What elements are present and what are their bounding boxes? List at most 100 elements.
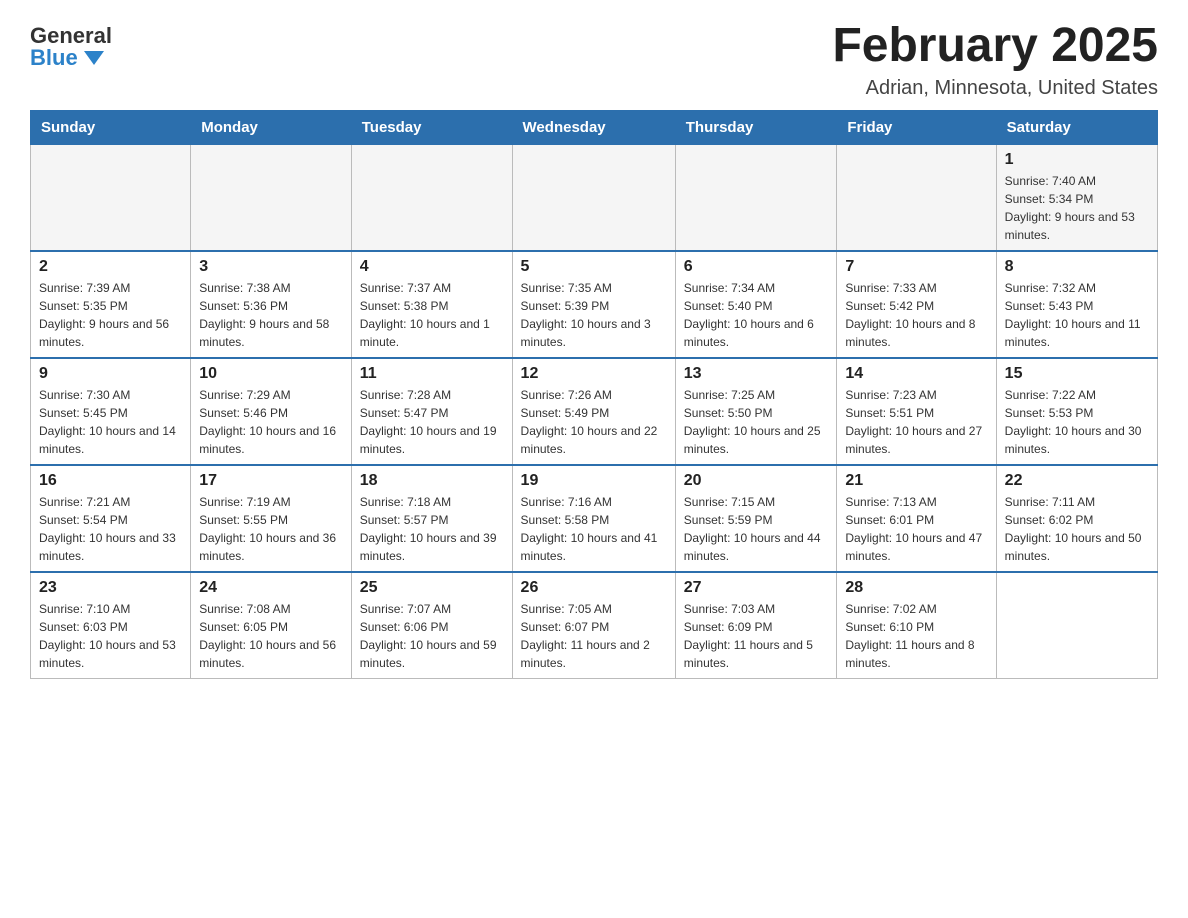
weekday-header-row: Sunday Monday Tuesday Wednesday Thursday… — [31, 110, 1158, 144]
day-number: 3 — [199, 258, 343, 276]
day-number: 24 — [199, 579, 343, 597]
day-number: 28 — [845, 579, 987, 597]
day-info: Sunrise: 7:35 AMSunset: 5:39 PMDaylight:… — [521, 279, 667, 351]
calendar-cell: 19 Sunrise: 7:16 AMSunset: 5:58 PMDayligh… — [512, 465, 675, 572]
calendar-cell: 24 Sunrise: 7:08 AMSunset: 6:05 PMDayligh… — [191, 572, 352, 679]
header-monday: Monday — [191, 110, 352, 144]
calendar-table: Sunday Monday Tuesday Wednesday Thursday… — [30, 110, 1158, 679]
header-friday: Friday — [837, 110, 996, 144]
day-info: Sunrise: 7:16 AMSunset: 5:58 PMDaylight:… — [521, 493, 667, 565]
day-info: Sunrise: 7:26 AMSunset: 5:49 PMDaylight:… — [521, 386, 667, 458]
calendar-cell: 3 Sunrise: 7:38 AMSunset: 5:36 PMDaylight… — [191, 251, 352, 358]
calendar-cell — [31, 144, 191, 251]
day-info: Sunrise: 7:05 AMSunset: 6:07 PMDaylight:… — [521, 600, 667, 672]
calendar-cell: 6 Sunrise: 7:34 AMSunset: 5:40 PMDaylight… — [675, 251, 837, 358]
header-wednesday: Wednesday — [512, 110, 675, 144]
day-info: Sunrise: 7:32 AMSunset: 5:43 PMDaylight:… — [1005, 279, 1149, 351]
calendar-cell: 1 Sunrise: 7:40 AMSunset: 5:34 PMDaylight… — [996, 144, 1157, 251]
calendar-cell: 23Sunrise: 7:10 AMSunset: 6:03 PMDayligh… — [31, 572, 191, 679]
calendar-cell: 4Sunrise: 7:37 AMSunset: 5:38 PMDaylight… — [351, 251, 512, 358]
day-number: 27 — [684, 579, 829, 597]
page-header: General Blue February 2025 Adrian, Minne… — [30, 20, 1158, 100]
calendar-cell: 25 Sunrise: 7:07 AMSunset: 6:06 PMDayligh… — [351, 572, 512, 679]
day-number: 6 — [684, 258, 829, 276]
calendar-cell — [351, 144, 512, 251]
calendar-cell: 27 Sunrise: 7:03 AMSunset: 6:09 PMDayligh… — [675, 572, 837, 679]
month-title: February 2025 — [832, 20, 1158, 73]
day-info: Sunrise: 7:29 AMSunset: 5:46 PMDaylight:… — [199, 386, 343, 458]
day-number: 11 — [360, 365, 504, 383]
day-number: 5 — [521, 258, 667, 276]
day-number: 26 — [521, 579, 667, 597]
calendar-cell: 9Sunrise: 7:30 AMSunset: 5:45 PMDaylight… — [31, 358, 191, 465]
day-number: 4 — [360, 258, 504, 276]
day-number: 12 — [521, 365, 667, 383]
calendar-cell: 8 Sunrise: 7:32 AMSunset: 5:43 PMDaylight… — [996, 251, 1157, 358]
day-info: Sunrise: 7:38 AMSunset: 5:36 PMDaylight:… — [199, 279, 343, 351]
header-sunday: Sunday — [31, 110, 191, 144]
day-info: Sunrise: 7:22 AMSunset: 5:53 PMDaylight:… — [1005, 386, 1149, 458]
calendar-cell: 14 Sunrise: 7:23 AMSunset: 5:51 PMDayligh… — [837, 358, 996, 465]
calendar-cell: 16 Sunrise: 7:21 AMSunset: 5:54 PMDayligh… — [31, 465, 191, 572]
day-info: Sunrise: 7:25 AMSunset: 5:50 PMDaylight:… — [684, 386, 829, 458]
day-number: 16 — [39, 472, 182, 490]
calendar-week-row: 23Sunrise: 7:10 AMSunset: 6:03 PMDayligh… — [31, 572, 1158, 679]
title-block: February 2025 Adrian, Minnesota, United … — [832, 20, 1158, 100]
calendar-cell: 13 Sunrise: 7:25 AMSunset: 5:50 PMDayligh… — [675, 358, 837, 465]
calendar-cell: 15 Sunrise: 7:22 AMSunset: 5:53 PMDayligh… — [996, 358, 1157, 465]
calendar-week-row: 9Sunrise: 7:30 AMSunset: 5:45 PMDaylight… — [31, 358, 1158, 465]
calendar-cell — [996, 572, 1157, 679]
calendar-week-row: 16 Sunrise: 7:21 AMSunset: 5:54 PMDayligh… — [31, 465, 1158, 572]
calendar-cell: 18Sunrise: 7:18 AMSunset: 5:57 PMDayligh… — [351, 465, 512, 572]
day-number: 13 — [684, 365, 829, 383]
calendar-cell — [675, 144, 837, 251]
calendar-cell: 17 Sunrise: 7:19 AMSunset: 5:55 PMDayligh… — [191, 465, 352, 572]
header-thursday: Thursday — [675, 110, 837, 144]
day-number: 25 — [360, 579, 504, 597]
day-info: Sunrise: 7:28 AMSunset: 5:47 PMDaylight:… — [360, 386, 504, 458]
day-info: Sunrise: 7:07 AMSunset: 6:06 PMDaylight:… — [360, 600, 504, 672]
day-info: Sunrise: 7:08 AMSunset: 6:05 PMDaylight:… — [199, 600, 343, 672]
calendar-cell: 12 Sunrise: 7:26 AMSunset: 5:49 PMDayligh… — [512, 358, 675, 465]
day-number: 15 — [1005, 365, 1149, 383]
calendar-cell: 7 Sunrise: 7:33 AMSunset: 5:42 PMDaylight… — [837, 251, 996, 358]
calendar-cell — [837, 144, 996, 251]
header-saturday: Saturday — [996, 110, 1157, 144]
logo-triangle-icon — [84, 51, 104, 65]
day-info: Sunrise: 7:21 AMSunset: 5:54 PMDaylight:… — [39, 493, 182, 565]
calendar-cell: 28 Sunrise: 7:02 AMSunset: 6:10 PMDayligh… — [837, 572, 996, 679]
day-info: Sunrise: 7:15 AMSunset: 5:59 PMDaylight:… — [684, 493, 829, 565]
day-info: Sunrise: 7:02 AMSunset: 6:10 PMDaylight:… — [845, 600, 987, 672]
calendar-cell — [191, 144, 352, 251]
day-number: 1 — [1005, 151, 1149, 169]
day-info: Sunrise: 7:33 AMSunset: 5:42 PMDaylight:… — [845, 279, 987, 351]
day-info: Sunrise: 7:23 AMSunset: 5:51 PMDaylight:… — [845, 386, 987, 458]
day-number: 18 — [360, 472, 504, 490]
day-number: 21 — [845, 472, 987, 490]
day-number: 7 — [845, 258, 987, 276]
day-info: Sunrise: 7:13 AMSunset: 6:01 PMDaylight:… — [845, 493, 987, 565]
header-tuesday: Tuesday — [351, 110, 512, 144]
calendar-week-row: 1 Sunrise: 7:40 AMSunset: 5:34 PMDaylight… — [31, 144, 1158, 251]
day-info: Sunrise: 7:10 AMSunset: 6:03 PMDaylight:… — [39, 600, 182, 672]
day-number: 17 — [199, 472, 343, 490]
calendar-cell: 5 Sunrise: 7:35 AMSunset: 5:39 PMDaylight… — [512, 251, 675, 358]
day-number: 8 — [1005, 258, 1149, 276]
day-info: Sunrise: 7:40 AMSunset: 5:34 PMDaylight:… — [1005, 172, 1149, 244]
calendar-cell: 11 Sunrise: 7:28 AMSunset: 5:47 PMDayligh… — [351, 358, 512, 465]
day-number: 2 — [39, 258, 182, 276]
calendar-cell: 26 Sunrise: 7:05 AMSunset: 6:07 PMDayligh… — [512, 572, 675, 679]
day-info: Sunrise: 7:34 AMSunset: 5:40 PMDaylight:… — [684, 279, 829, 351]
logo-blue-text: Blue — [30, 47, 104, 69]
day-number: 14 — [845, 365, 987, 383]
day-info: Sunrise: 7:19 AMSunset: 5:55 PMDaylight:… — [199, 493, 343, 565]
day-number: 19 — [521, 472, 667, 490]
logo: General Blue — [30, 20, 112, 69]
calendar-cell: 20Sunrise: 7:15 AMSunset: 5:59 PMDayligh… — [675, 465, 837, 572]
logo-general-text: General — [30, 25, 112, 47]
location-subtitle: Adrian, Minnesota, United States — [832, 77, 1158, 100]
day-info: Sunrise: 7:39 AMSunset: 5:35 PMDaylight:… — [39, 279, 182, 351]
calendar-cell: 2 Sunrise: 7:39 AMSunset: 5:35 PMDaylight… — [31, 251, 191, 358]
day-number: 9 — [39, 365, 182, 383]
day-info: Sunrise: 7:03 AMSunset: 6:09 PMDaylight:… — [684, 600, 829, 672]
